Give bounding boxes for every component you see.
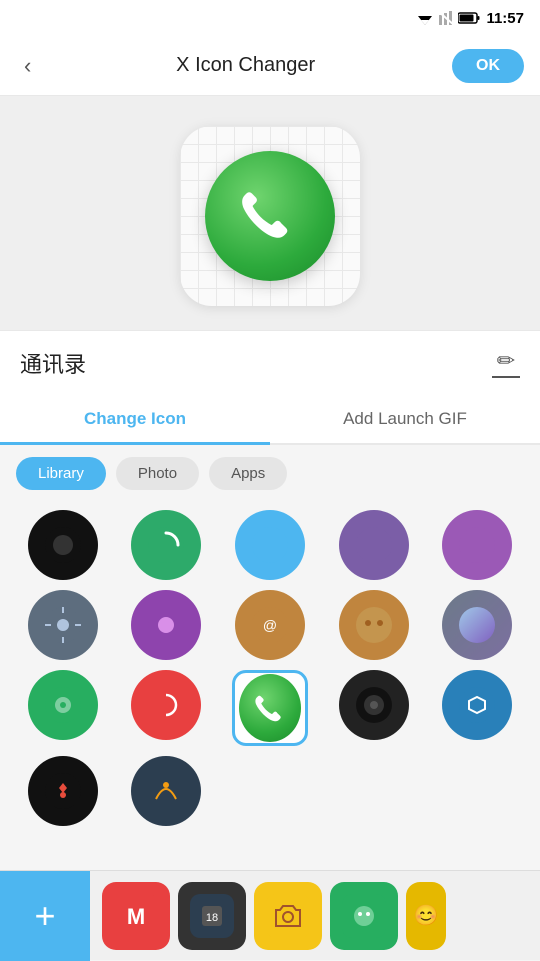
edit-name-button[interactable]: ✏ <box>492 348 520 378</box>
list-item[interactable] <box>254 882 322 950</box>
add-icon: + <box>34 895 55 937</box>
list-item[interactable] <box>28 756 98 826</box>
svg-text:@: @ <box>263 617 277 633</box>
tab-change-icon[interactable]: Change Icon <box>0 395 270 443</box>
svg-text:😊: 😊 <box>414 904 439 927</box>
icon-grid: @ <box>0 502 540 834</box>
status-icons <box>416 11 480 25</box>
svg-text:M: M <box>127 904 145 929</box>
signal-icon <box>438 11 454 25</box>
back-button[interactable]: ‹ <box>16 45 39 87</box>
wifi-icon <box>416 11 434 25</box>
app-icon-preview <box>205 151 335 281</box>
list-item[interactable]: M <box>102 882 170 950</box>
pill-library[interactable]: Library <box>16 457 106 490</box>
list-item[interactable] <box>28 510 98 580</box>
list-item[interactable] <box>442 510 512 580</box>
list-item[interactable] <box>232 670 308 746</box>
phone-icon <box>234 180 306 252</box>
pill-apps[interactable]: Apps <box>209 457 287 490</box>
list-item[interactable] <box>235 510 305 580</box>
top-bar: ‹ X Icon Changer OK <box>0 36 540 96</box>
list-item[interactable] <box>442 670 512 740</box>
list-item[interactable]: 18 <box>178 882 246 950</box>
list-item[interactable] <box>131 590 201 660</box>
status-bar: 11:57 <box>0 0 540 36</box>
list-item[interactable] <box>330 882 398 950</box>
app-name-text: 通讯录 <box>20 347 86 379</box>
list-item[interactable] <box>339 590 409 660</box>
bottom-bar: + M 18 😊 <box>0 870 540 960</box>
battery-icon <box>458 12 480 24</box>
list-item[interactable] <box>28 590 98 660</box>
icon-preview-section <box>0 96 540 330</box>
filter-pills: Library Photo Apps <box>0 445 540 502</box>
list-item[interactable] <box>131 510 201 580</box>
tabs-section: Change Icon Add Launch GIF <box>0 395 540 445</box>
pill-photo[interactable]: Photo <box>116 457 199 490</box>
app-name-field: 通讯录 ✏ <box>0 330 540 395</box>
list-item[interactable] <box>28 670 98 740</box>
svg-text:18: 18 <box>206 912 218 924</box>
page-title: X Icon Changer <box>176 54 315 77</box>
tab-add-launch-gif[interactable]: Add Launch GIF <box>270 395 540 443</box>
add-button[interactable]: + <box>0 871 90 961</box>
icon-preview-box <box>180 126 360 306</box>
list-item[interactable] <box>131 756 201 826</box>
list-item[interactable] <box>131 670 201 740</box>
bottom-icon-strip: M 18 😊 <box>90 882 458 950</box>
ok-button[interactable]: OK <box>452 49 524 83</box>
status-time: 11:57 <box>486 10 524 27</box>
list-item[interactable] <box>339 670 409 740</box>
list-item[interactable]: 😊 <box>406 882 446 950</box>
list-item[interactable]: @ <box>235 590 305 660</box>
list-item[interactable] <box>339 510 409 580</box>
list-item[interactable] <box>442 590 512 660</box>
